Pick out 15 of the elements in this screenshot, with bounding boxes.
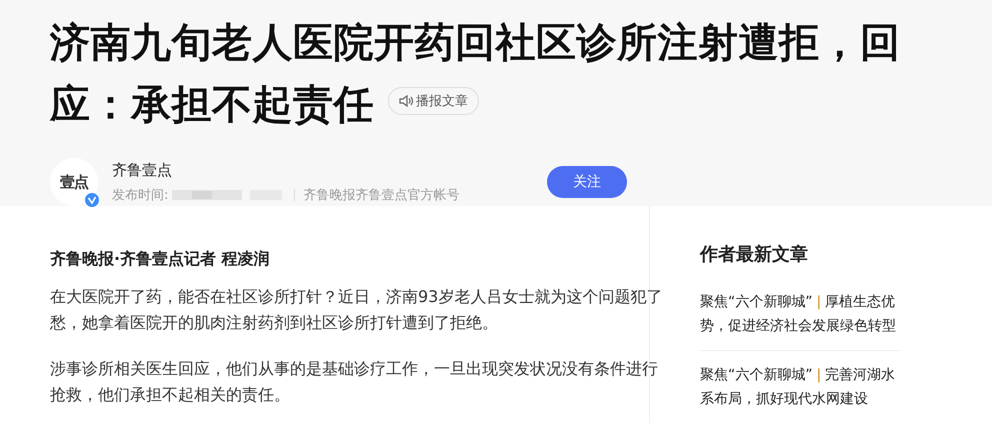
article-paragraph: 在大医院开了药，能否在社区诊所打针？近日，济南93岁老人吕女士就为这个问题犯了愁，她拿着医院开的肌肉注射药剂到社区诊所打针遭到了拒绝。 [50,286,664,334]
article-link[interactable]: 聚焦“六个新聊城” | 厚植生态优势，促进经济社会发展绿色转型 [700,278,900,351]
author-name[interactable]: 齐鲁壹点 [112,160,487,180]
article-title: 济南九旬老人医院开药回社区诊所注射遭拒，回应：承担不起责任 播报文章 [50,19,902,130]
logo-text: 壹点 [60,172,88,192]
source-label: 齐鲁晚报齐鲁壹点官方帐号 [303,186,460,204]
article-link[interactable]: 聚焦“六个新聊城” | 完善河湖水系布局，抓好现代水网建设 [700,351,900,423]
author-avatar[interactable]: 壹点 [50,158,98,206]
article-paragraph: 涉事诊所相关医生回应，他们从事的是基础诊疗工作，一旦出现突发状况没有条件进行抢救，他们承担不起相关的责任。 [50,358,659,406]
sidebar-heading: 作者最新文章 [700,243,809,267]
byline: 齐鲁晚报·齐鲁壹点记者 程凌润 [50,248,271,270]
listen-button[interactable]: 播报文章 [388,87,479,116]
follow-button[interactable]: 关注 [547,166,627,198]
publish-label: 发布时间: [112,186,168,204]
speaker-icon [399,95,413,108]
